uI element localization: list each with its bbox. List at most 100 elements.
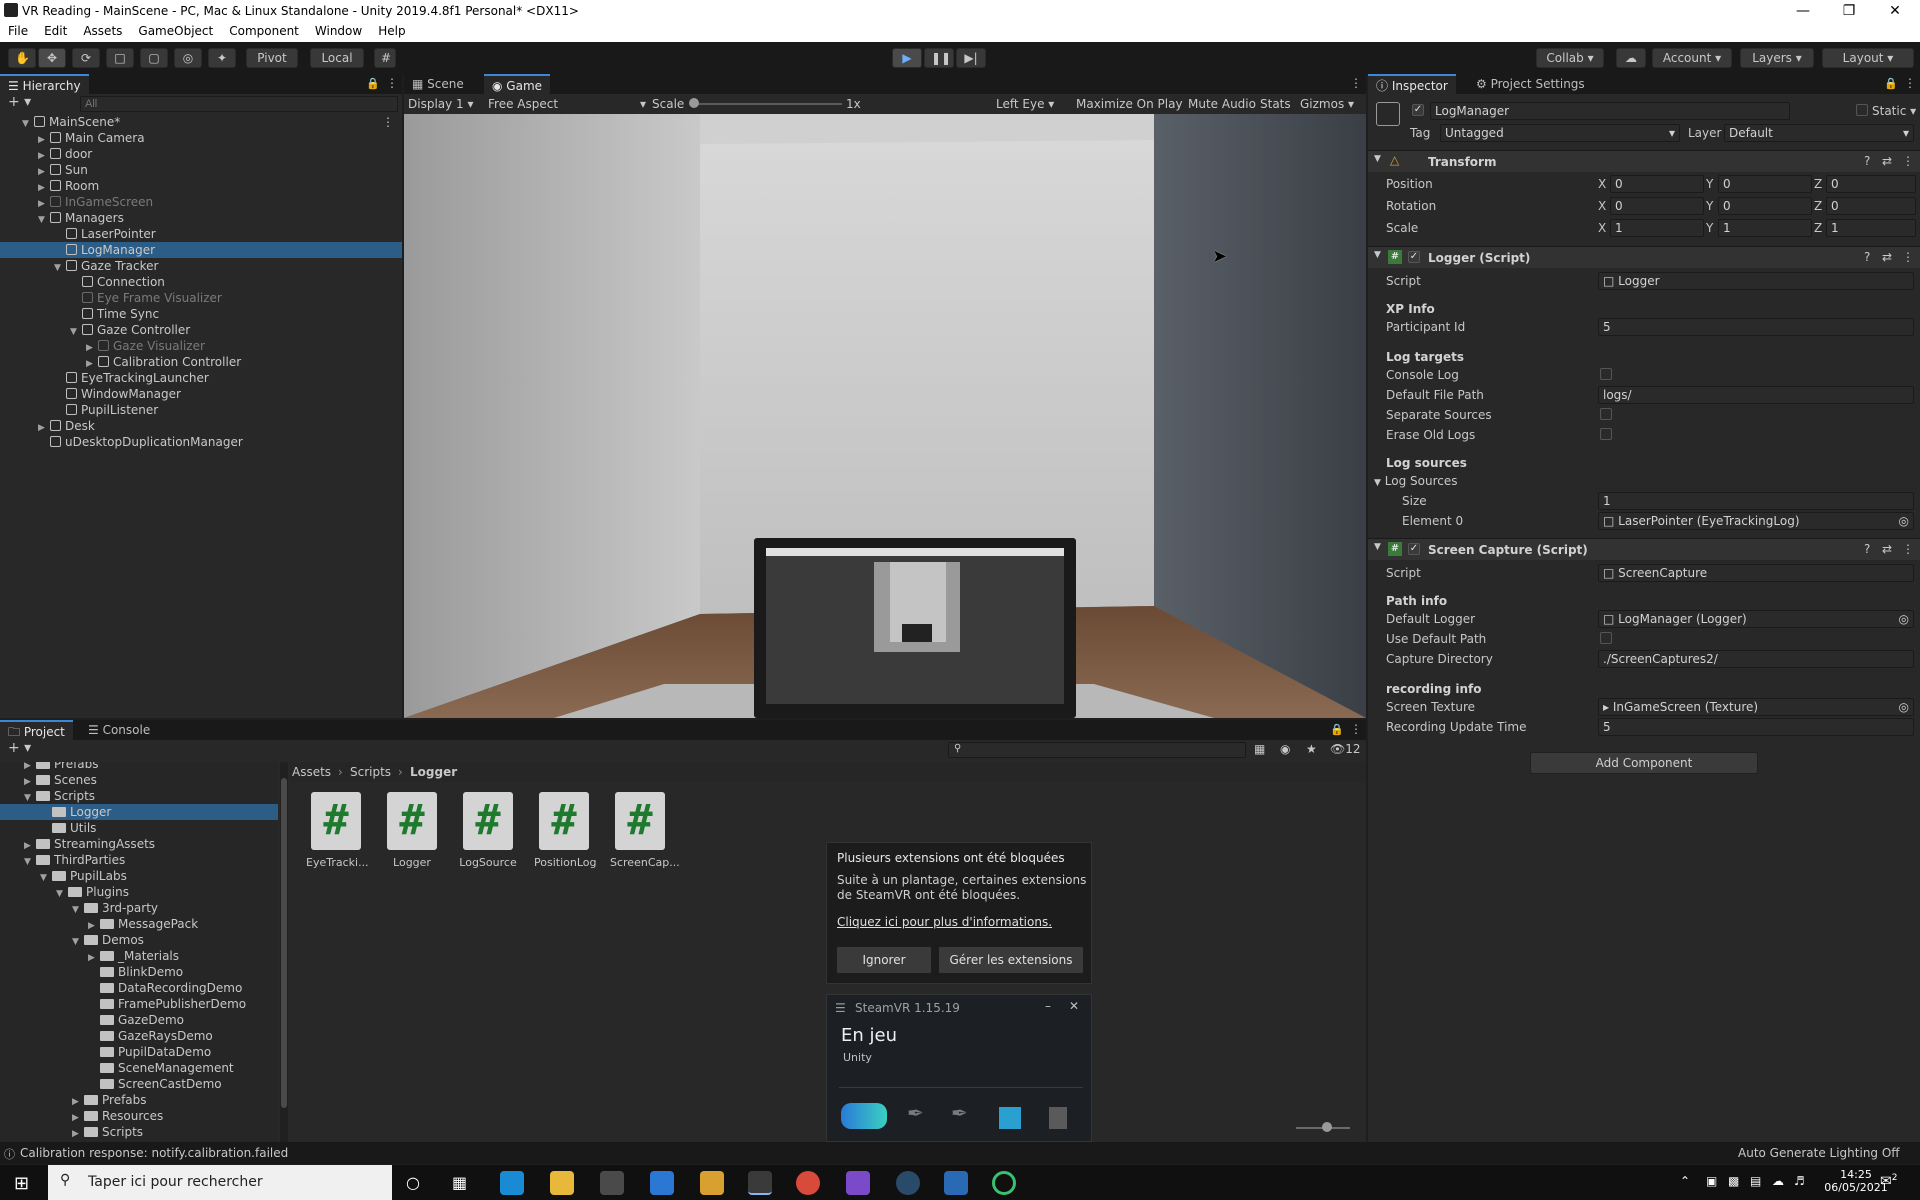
play-button[interactable]: ▶ xyxy=(892,48,922,68)
size-input[interactable]: 1 xyxy=(1598,492,1914,510)
hierarchy-item[interactable]: ▶ Gaze Visualizer xyxy=(0,338,402,354)
project-folder-item[interactable]: ▼ PupilLabs xyxy=(0,868,278,884)
help-icon[interactable]: ? xyxy=(1864,542,1870,556)
hierarchy-item[interactable]: WindowManager xyxy=(0,386,402,402)
position-x-input[interactable]: 0 xyxy=(1610,175,1704,193)
edge-icon[interactable] xyxy=(500,1171,524,1195)
menu-assets[interactable]: Assets xyxy=(75,22,130,38)
project-folder-item[interactable]: ▼ ThirdParties xyxy=(0,852,278,868)
logger-header[interactable]: ▼ # ✓ Logger (Script) ? ⇄ ⋮ xyxy=(1368,246,1920,268)
tab-project-settings[interactable]: ⚙ Project Settings xyxy=(1468,74,1593,94)
project-folder-item[interactable]: FramePublisherDemo xyxy=(0,996,278,1012)
gizmos-dropdown[interactable]: Gizmos ▾ xyxy=(1300,97,1354,111)
project-folder-item[interactable]: ▶ MessagePack xyxy=(0,916,278,932)
preset-icon[interactable]: ⇄ xyxy=(1882,250,1892,264)
stats-toggle[interactable]: Stats xyxy=(1260,97,1291,111)
game-kebab-icon[interactable]: ⋮ xyxy=(1350,76,1362,90)
menu-window[interactable]: Window xyxy=(307,22,370,38)
screen-capture-enabled-checkbox[interactable]: ✓ xyxy=(1408,543,1420,555)
component-menu-icon[interactable]: ⋮ xyxy=(1902,542,1914,556)
account-button[interactable]: Account ▾ xyxy=(1652,48,1732,68)
unity-taskbar-icon[interactable] xyxy=(748,1171,772,1195)
collab-button[interactable]: Collab ▾ xyxy=(1536,48,1604,68)
hierarchy-item[interactable]: ▼ Gaze Tracker xyxy=(0,258,402,274)
expanded-arrow-icon[interactable]: ▼ xyxy=(72,934,84,950)
tab-inspector[interactable]: ⓘ Inspector xyxy=(1368,74,1456,94)
hierarchy-item[interactable]: ▶ Calibration Controller xyxy=(0,354,402,370)
project-folder-item[interactable]: GazeRaysDemo xyxy=(0,1028,278,1044)
active-checkbox[interactable]: ✓ xyxy=(1412,104,1424,116)
manage-extensions-button[interactable]: Gérer les extensions xyxy=(939,947,1083,973)
hierarchy-item[interactable]: ▼ Managers xyxy=(0,210,402,226)
scale-y-input[interactable]: 1 xyxy=(1718,219,1812,237)
notifications-icon[interactable]: ✉2 xyxy=(1880,1173,1897,1190)
notification-link[interactable]: Cliquez ici pour plus d'informations. xyxy=(837,915,1052,929)
script-asset[interactable]: # LogSource xyxy=(458,792,518,869)
kebab-menu-icon[interactable]: ⋮ xyxy=(386,76,398,90)
static-dropdown[interactable]: Static ▾ xyxy=(1872,104,1916,118)
inspector-kebab-icon[interactable]: ⋮ xyxy=(1904,76,1916,90)
hidden-packages-toggle[interactable]: 👁12 xyxy=(1330,742,1361,756)
axis-y-label[interactable]: Y xyxy=(1706,199,1713,213)
scene-kebab-icon[interactable]: ⋮ xyxy=(382,114,394,130)
axis-x-label[interactable]: X xyxy=(1598,177,1606,191)
rotation-x-input[interactable]: 0 xyxy=(1610,197,1704,215)
steamvr-close-icon[interactable]: ✕ xyxy=(1069,999,1079,1013)
display-dropdown[interactable]: Display 1 ▾ xyxy=(408,97,474,111)
hierarchy-item[interactable]: Eye Frame Visualizer xyxy=(0,290,402,306)
rotation-y-input[interactable]: 0 xyxy=(1718,197,1812,215)
script-asset[interactable]: # EyeTracki... xyxy=(306,792,369,869)
filter-by-type-icon[interactable]: ▦ xyxy=(1254,742,1265,756)
project-folder-item[interactable]: DataRecordingDemo xyxy=(0,980,278,996)
steamvr-taskbar-icon[interactable] xyxy=(896,1171,920,1195)
object-picker-icon[interactable]: ◎ xyxy=(1899,699,1909,715)
tree-scrollbar[interactable] xyxy=(280,762,288,1148)
menu-help[interactable]: Help xyxy=(370,22,413,38)
mute-audio-toggle[interactable]: Mute Audio xyxy=(1188,97,1256,111)
controller-right-icon[interactable]: ✒ xyxy=(951,1101,968,1125)
screen-texture-object-field[interactable]: ▸ InGameScreen (Texture) ◎ xyxy=(1598,698,1914,716)
axis-z-label[interactable]: Z xyxy=(1814,199,1822,213)
local-toggle[interactable]: Local xyxy=(310,48,364,68)
expanded-arrow-icon[interactable]: ▼ xyxy=(72,902,84,918)
hierarchy-item[interactable]: ▼ MainScene* ⋮ xyxy=(0,114,402,130)
transform-header[interactable]: ▼ △ Transform ? ⇄ ⋮ xyxy=(1368,150,1920,172)
menu-component[interactable]: Component xyxy=(221,22,307,38)
breadcrumb-logger[interactable]: Logger xyxy=(410,765,457,779)
store-icon[interactable] xyxy=(600,1171,624,1195)
hierarchy-item[interactable]: PupilListener xyxy=(0,402,402,418)
project-folder-item[interactable]: ▶ Prefabs xyxy=(0,1092,278,1108)
menu-gameobject[interactable]: GameObject xyxy=(130,22,221,38)
expanded-arrow-icon[interactable]: ▼ xyxy=(56,886,68,902)
hierarchy-item[interactable]: ▶ Desk xyxy=(0,418,402,434)
preset-icon[interactable]: ⇄ xyxy=(1882,542,1892,556)
object-picker-icon[interactable]: ◎ xyxy=(1899,513,1909,529)
hierarchy-item[interactable]: ▶ door xyxy=(0,146,402,162)
chrome-icon[interactable] xyxy=(796,1171,820,1195)
object-picker-icon[interactable]: ◎ xyxy=(1899,611,1909,627)
breadcrumb-assets[interactable]: Assets xyxy=(292,765,331,779)
tab-hierarchy[interactable]: ☰ Hierarchy xyxy=(0,74,89,94)
aspect-dropdown[interactable]: Free Aspect ▾ xyxy=(488,97,646,111)
tray-headset-icon[interactable]: ▣ xyxy=(1706,1174,1717,1188)
ignore-button[interactable]: Ignorer xyxy=(837,947,931,973)
rotate-tool-icon[interactable]: ⟳ xyxy=(72,48,100,68)
project-folder-item[interactable]: ▼ Demos xyxy=(0,932,278,948)
transform-tool-icon[interactable]: ◎ xyxy=(174,48,202,68)
scale-slider[interactable] xyxy=(692,103,842,105)
tab-project[interactable]: 🗀 Project xyxy=(0,720,73,740)
hierarchy-item[interactable]: uDesktopDuplicationManager xyxy=(0,434,402,450)
screen-capture-header[interactable]: ▼ # ✓ Screen Capture (Script) ? ⇄ ⋮ xyxy=(1368,538,1920,560)
taskbar-search-box[interactable]: ⚲ Taper ici pour rechercher xyxy=(48,1165,392,1200)
project-folder-item[interactable]: Logger xyxy=(0,804,278,820)
cloud-icon[interactable]: ☁ xyxy=(1616,48,1646,68)
hierarchy-item[interactable]: ▶ Main Camera xyxy=(0,130,402,146)
project-folder-item[interactable]: ▶ Resources xyxy=(0,1108,278,1124)
project-kebab-icon[interactable]: ⋮ xyxy=(1350,722,1362,736)
icon-size-slider-handle[interactable] xyxy=(1322,1122,1332,1132)
breadcrumb-scripts[interactable]: Scripts xyxy=(350,765,391,779)
axis-y-label[interactable]: Y xyxy=(1706,221,1713,235)
position-y-input[interactable]: 0 xyxy=(1718,175,1812,193)
project-create-icon[interactable]: + ▾ xyxy=(8,740,31,756)
snap-icon[interactable]: # xyxy=(374,48,396,68)
